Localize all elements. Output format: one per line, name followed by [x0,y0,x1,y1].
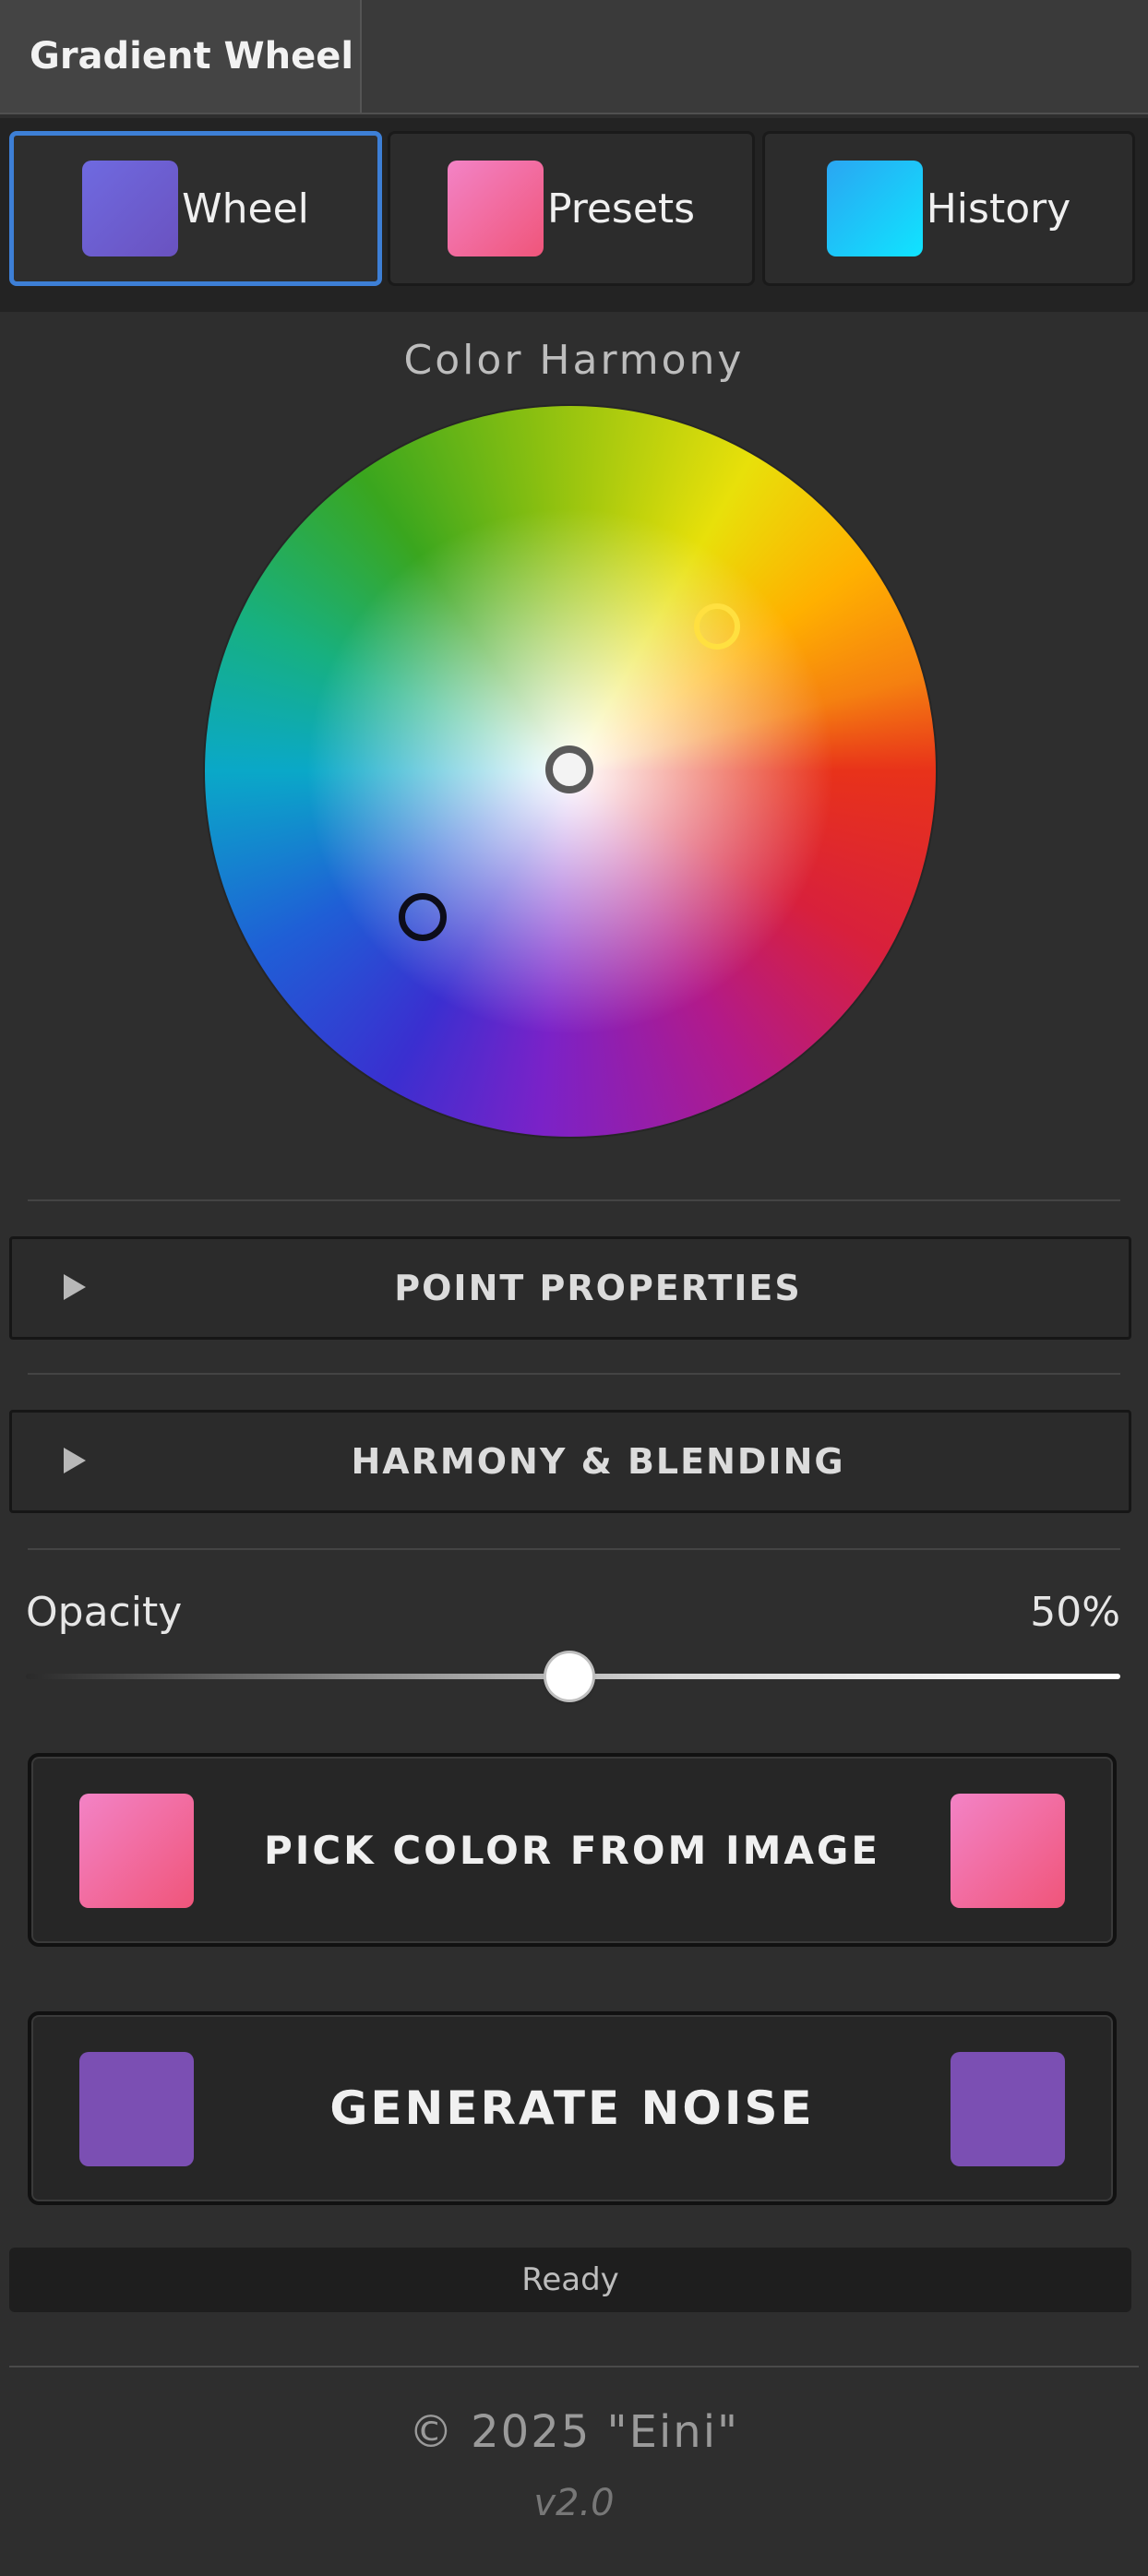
version-text: v2.0 [533,2482,615,2524]
color-harmony-heading: Color Harmony [403,337,745,384]
footer-divider [9,2366,1139,2367]
point-properties-header[interactable]: POINT PROPERTIES [9,1236,1131,1340]
presets-swatch-icon [447,161,544,256]
divider [28,1373,1120,1375]
divider [28,1548,1120,1550]
tab-presets[interactable]: Presets [388,131,755,286]
tab-wheel[interactable]: Wheel [9,131,382,286]
tab-wheel-label: Wheel [182,185,309,233]
harmony-blending-label: HARMONY & BLENDING [351,1441,845,1482]
history-swatch-icon [826,161,923,256]
title-bar: Gradient Wheel [0,0,1148,114]
harmony-marker-yellow[interactable] [694,603,740,650]
app-window: Gradient Wheel Wheel Presets History Col… [0,0,1148,2576]
window-title-tab[interactable]: Gradient Wheel [0,0,362,113]
status-bar: Ready [9,2248,1131,2312]
generate-noise-right-swatch-icon [951,2052,1065,2166]
point-properties-label: POINT PROPERTIES [394,1268,802,1308]
harmony-marker-center[interactable] [545,745,593,793]
window-title: Gradient Wheel [30,35,354,78]
harmony-marker-blue[interactable] [399,893,447,941]
wheel-swatch-icon [82,161,179,256]
pick-color-right-swatch-icon [951,1794,1065,1908]
opacity-value: 50% [1030,1589,1120,1636]
pick-color-button[interactable]: PICK COLOR FROM IMAGE [28,1753,1117,1947]
tab-history-label: History [926,185,1071,233]
divider [28,1199,1120,1201]
tab-history[interactable]: History [762,131,1135,286]
tab-presets-label: Presets [546,185,696,233]
tab-row: Wheel Presets History [0,118,1148,312]
harmony-blending-header[interactable]: HARMONY & BLENDING [9,1410,1131,1513]
opacity-slider-thumb[interactable] [546,1653,592,1699]
generate-noise-button[interactable]: GENERATE NOISE [28,2011,1117,2205]
opacity-label: Opacity [26,1589,183,1636]
copyright-text: © 2025 "Eini" [408,2406,740,2458]
